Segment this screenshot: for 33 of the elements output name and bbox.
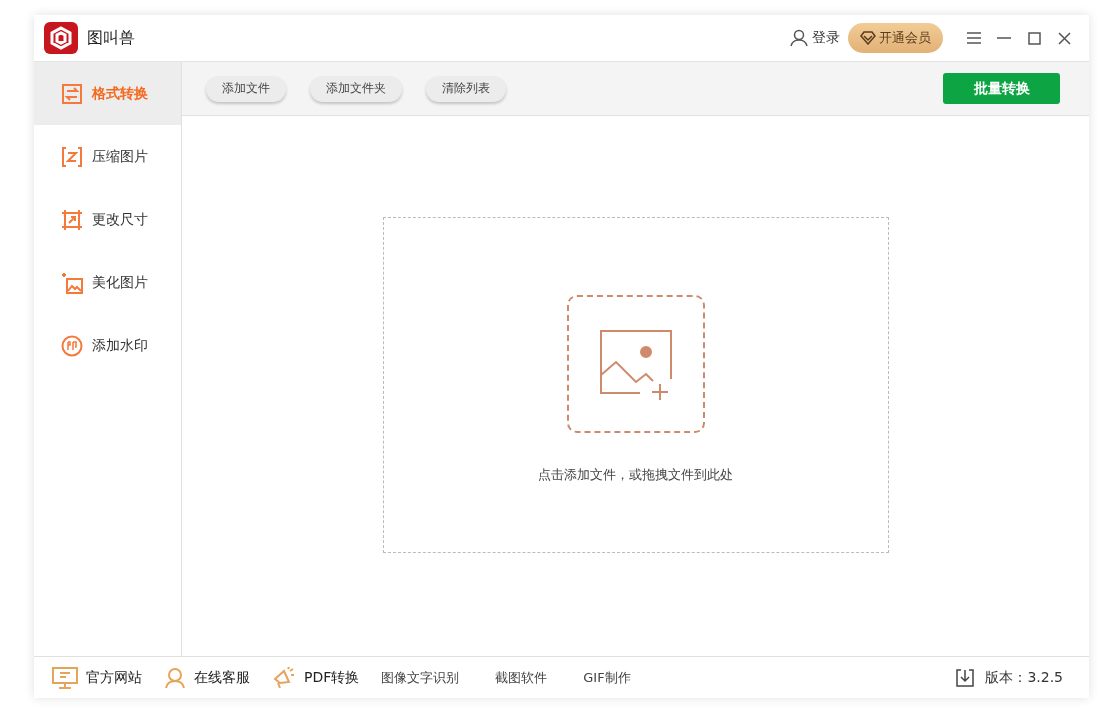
stamp-icon (61, 334, 83, 357)
swap-arrows-icon (61, 82, 83, 105)
drop-hint: 点击添加文件，或拖拽文件到此处 (538, 466, 733, 484)
monitor-icon (52, 666, 78, 689)
footer-link[interactable]: 截图软件 (495, 668, 548, 687)
version-label: 版本：3.2.5 (985, 668, 1063, 687)
resize-icon (61, 208, 83, 231)
megaphone-icon (272, 666, 296, 689)
footer-link[interactable]: 官方网站 (52, 666, 142, 689)
add-image-button[interactable] (566, 295, 705, 433)
toolbar-button[interactable]: 添加文件夹 (310, 75, 402, 102)
download-icon (955, 667, 976, 688)
user-icon (790, 29, 808, 47)
toolbar-button[interactable]: 清除列表 (426, 75, 506, 102)
app-logo-icon (44, 22, 78, 54)
toolbar-button[interactable]: 添加文件 (206, 75, 286, 102)
app-title: 图叫兽 (87, 27, 136, 49)
add-picture-icon (597, 328, 674, 400)
person-icon (164, 666, 186, 689)
diamond-icon (860, 31, 876, 45)
compress-icon (61, 145, 83, 168)
footer-link[interactable]: PDF转换 (272, 666, 360, 689)
maximize-icon (1027, 31, 1041, 45)
footer-link[interactable]: 图像文字识别 (381, 668, 460, 687)
menu-icon (967, 32, 981, 44)
minimize-icon (997, 37, 1011, 39)
vip-button[interactable]: 开通会员 (848, 23, 943, 53)
drop-zone[interactable]: 点击添加文件，或拖拽文件到此处 (382, 217, 889, 553)
footer-link[interactable]: GIF制作 (583, 668, 631, 687)
close-icon (1057, 31, 1071, 45)
sparkle-picture-icon (61, 271, 83, 294)
footer-link[interactable]: 在线客服 (164, 666, 250, 689)
login-button[interactable]: 登录 (790, 29, 840, 47)
